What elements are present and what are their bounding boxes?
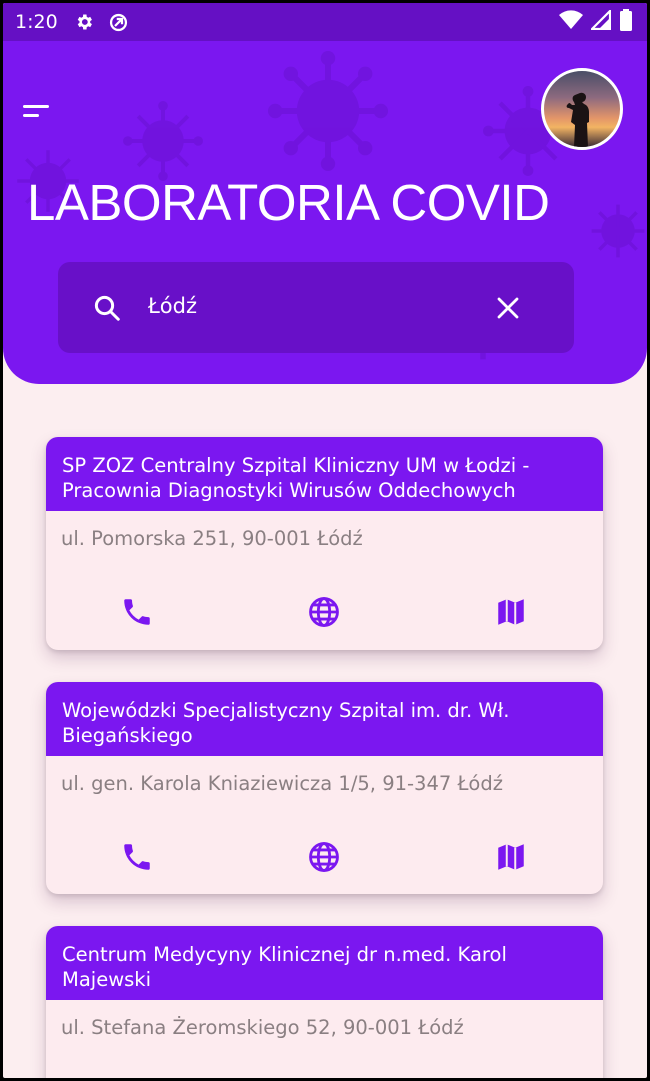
lab-actions <box>46 571 603 629</box>
lab-card[interactable]: SP ZOZ Centralny Szpital Kliniczny UM w … <box>46 437 603 650</box>
lab-card[interactable]: Centrum Medycyny Klinicznej dr n.med. Ka… <box>46 926 603 1078</box>
map-icon[interactable] <box>494 595 528 629</box>
lab-name: Wojewódzki Specjalistyczny Szpital im. d… <box>46 682 603 756</box>
lab-actions <box>46 1060 603 1078</box>
search-bar[interactable]: Łódź <box>58 262 574 353</box>
close-icon[interactable] <box>496 296 520 320</box>
virus-decoration <box>268 51 388 171</box>
header: LABORATORIA COVID Łódź <box>3 41 647 384</box>
status-bar: 1:20 <box>3 3 647 41</box>
virus-decoration <box>591 204 645 258</box>
battery-icon <box>619 8 633 36</box>
lab-address: ul. Stefana Żeromskiego 52, 90-001 Łódź <box>61 1016 464 1039</box>
globe-icon[interactable] <box>307 840 341 874</box>
search-icon[interactable] <box>92 293 122 323</box>
lab-name: Centrum Medycyny Klinicznej dr n.med. Ka… <box>46 926 603 1000</box>
lab-name: SP ZOZ Centralny Szpital Kliniczny UM w … <box>46 437 603 511</box>
search-input[interactable]: Łódź <box>148 294 197 318</box>
silhouette-photo <box>566 92 589 147</box>
lab-card[interactable]: Wojewódzki Specjalistyczny Szpital im. d… <box>46 682 603 894</box>
app-screen: 1:20 LABORATORIA COVID Łódź SP ZOZ Centr… <box>3 3 647 1078</box>
gear-icon <box>74 12 94 32</box>
data-saver-icon <box>108 12 129 33</box>
lab-actions <box>46 816 603 874</box>
avatar[interactable] <box>541 68 623 150</box>
virus-decoration <box>123 101 203 181</box>
lab-address: ul. gen. Karola Kniaziewicza 1/5, 91-347… <box>61 772 503 795</box>
status-right-icons <box>559 7 647 36</box>
signal-icon <box>589 7 612 35</box>
lab-address: ul. Pomorska 251, 90-001 Łódź <box>61 527 363 550</box>
wifi-icon <box>559 9 583 35</box>
phone-icon[interactable] <box>120 595 154 629</box>
page-title: LABORATORIA COVID <box>27 174 550 231</box>
status-time: 1:20 <box>15 11 58 33</box>
phone-icon[interactable] <box>120 840 154 874</box>
map-icon[interactable] <box>494 840 528 874</box>
globe-icon[interactable] <box>307 595 341 629</box>
menu-icon[interactable] <box>23 97 63 125</box>
